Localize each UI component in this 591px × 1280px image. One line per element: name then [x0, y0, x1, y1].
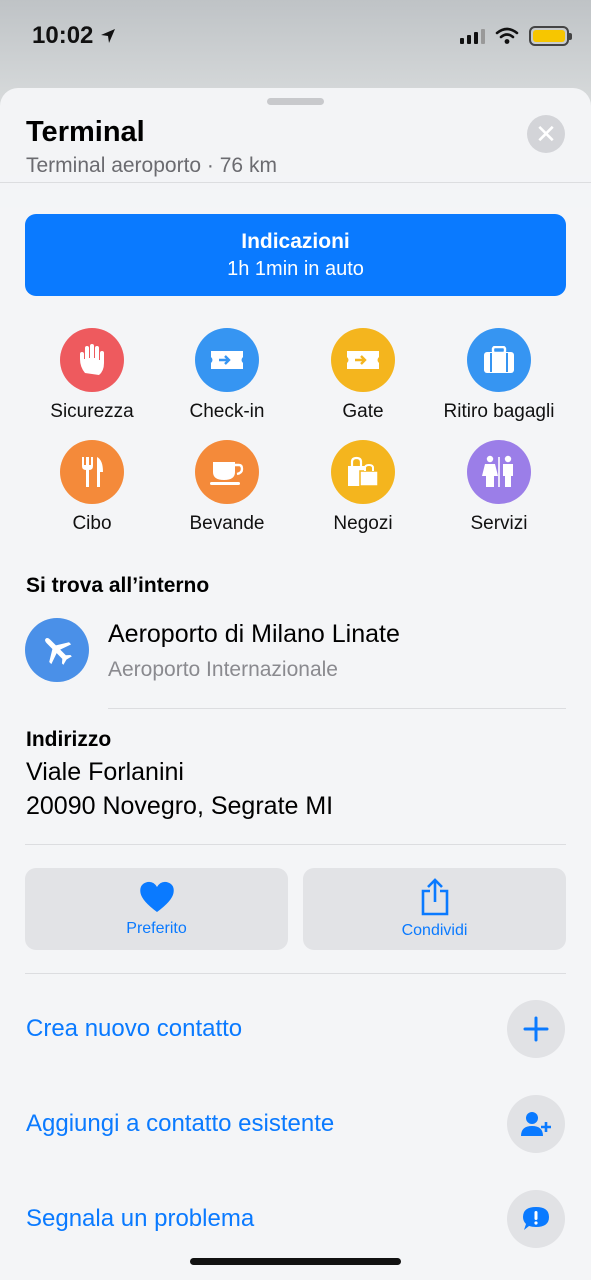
category-sicurezza[interactable]: Sicurezza	[17, 328, 167, 423]
create-contact-link[interactable]: Crea nuovo contatto	[26, 1015, 242, 1043]
category-label: Check-in	[189, 401, 265, 422]
divider	[0, 182, 591, 183]
cup-icon	[195, 440, 259, 504]
address-heading: Indirizzo	[26, 728, 112, 751]
close-button[interactable]: ✕	[527, 115, 565, 153]
fork-knife-icon	[60, 440, 124, 504]
category-gate[interactable]: Gate	[288, 328, 438, 423]
cellular-signal-icon	[460, 28, 485, 44]
place-title: Terminal	[26, 116, 145, 148]
directions-label: Indicazioni	[241, 229, 350, 253]
category-ritiro-bagagli[interactable]: Ritiro bagagli	[424, 328, 574, 423]
wifi-icon	[495, 27, 519, 44]
report-problem-link[interactable]: Segnala un problema	[26, 1205, 254, 1233]
ticket-icon	[331, 328, 395, 392]
battery-icon	[529, 26, 572, 46]
address-line-1: Viale Forlanini	[26, 758, 184, 786]
favorite-label: Preferito	[126, 920, 187, 937]
suitcase-icon	[467, 328, 531, 392]
category-check-in[interactable]: Check-in	[152, 328, 302, 423]
sheet-grabber[interactable]	[267, 98, 324, 105]
restroom-icon	[467, 440, 531, 504]
speech-bubble-exclamation-icon	[523, 1207, 549, 1230]
ticket-icon	[195, 328, 259, 392]
add-existing-contact-button[interactable]	[507, 1095, 565, 1153]
category-label: Bevande	[189, 513, 265, 534]
divider	[108, 708, 566, 709]
heart-icon	[139, 881, 174, 912]
divider	[25, 973, 566, 974]
share-icon	[421, 878, 448, 916]
report-problem-button[interactable]	[507, 1190, 565, 1248]
close-icon: ✕	[535, 118, 557, 149]
add-contact-button[interactable]	[507, 1000, 565, 1058]
person-add-icon	[521, 1112, 551, 1136]
share-label: Condividi	[401, 922, 468, 939]
place-subtitle: Terminal aeroporto · 76 km	[26, 154, 277, 177]
favorite-button[interactable]: Preferito	[25, 868, 288, 950]
address-line-2: 20090 Novegro, Segrate MI	[26, 792, 334, 820]
add-to-existing-contact-link[interactable]: Aggiungi a contatto esistente	[26, 1110, 334, 1138]
category-label: Sicurezza	[50, 401, 134, 422]
category-label: Servizi	[470, 513, 528, 534]
shopping-bags-icon	[331, 440, 395, 504]
airplane-icon	[25, 618, 89, 682]
category-label: Cibo	[72, 513, 112, 534]
time-label: 10:02	[32, 22, 94, 49]
plus-icon	[523, 1016, 549, 1042]
inside-heading: Si trova all’interno	[26, 574, 210, 597]
location-arrow-icon	[101, 29, 116, 43]
divider	[25, 844, 566, 845]
category-negozi[interactable]: Negozi	[288, 440, 438, 535]
category-label: Negozi	[333, 513, 393, 534]
inside-place-type: Aeroporto Internazionale	[108, 658, 338, 681]
category-label: Ritiro bagagli	[443, 401, 555, 422]
hand-icon	[60, 328, 124, 392]
status-time: 10:02	[32, 22, 117, 50]
home-indicator[interactable]	[190, 1258, 401, 1265]
directions-button[interactable]: Indicazioni 1h 1min in auto	[25, 214, 566, 296]
status-bar: 10:02	[0, 0, 591, 72]
category-label: Gate	[342, 401, 384, 422]
category-bevande[interactable]: Bevande	[152, 440, 302, 535]
inside-place-name[interactable]: Aeroporto di Milano Linate	[108, 620, 400, 649]
place-card-sheet: Terminal Terminal aeroporto · 76 km ✕ In…	[0, 88, 591, 1280]
category-servizi[interactable]: Servizi	[424, 440, 574, 535]
category-cibo[interactable]: Cibo	[17, 440, 167, 535]
directions-eta: 1h 1min in auto	[227, 257, 364, 280]
share-button[interactable]: Condividi	[303, 868, 566, 950]
